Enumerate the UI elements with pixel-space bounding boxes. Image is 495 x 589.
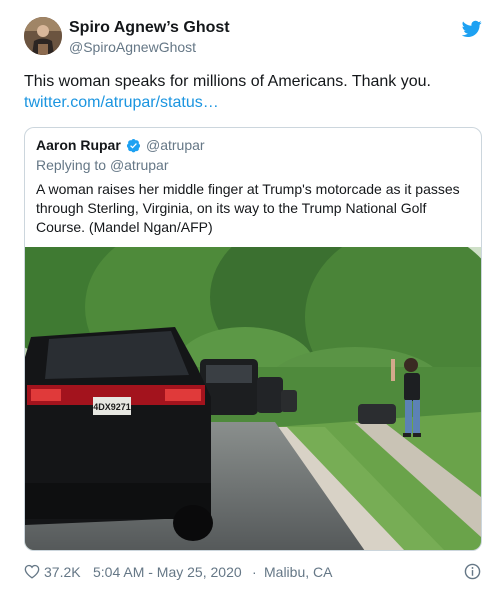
replying-handle[interactable]: @atrupar — [110, 157, 169, 173]
timestamp[interactable]: 5:04 AM - May 25, 2020 — [93, 564, 242, 580]
tweet-photo[interactable]: 4DX9271 — [25, 247, 481, 550]
tweet-footer: 37.2K 5:04 AM - May 25, 2020 · Malibu, C… — [24, 562, 482, 582]
separator: · — [252, 564, 257, 580]
author-display-name[interactable]: Spiro Agnew’s Ghost — [69, 19, 230, 37]
replying-to: Replying to @atrupar — [36, 157, 169, 173]
avatar[interactable] — [24, 17, 62, 55]
tweet-link[interactable]: twitter.com/atrupar/status… — [24, 92, 474, 113]
twitter-bird-icon[interactable] — [461, 20, 482, 38]
tweet-text: This woman speaks for millions of Americ… — [24, 73, 431, 90]
license-plate: 4DX9271 — [93, 402, 131, 412]
location[interactable]: Malibu, CA — [264, 564, 332, 580]
tweet-card: Spiro Agnew’s Ghost @SpiroAgnewGhost Thi… — [0, 0, 495, 589]
quoted-handle[interactable]: @atrupar — [146, 137, 205, 153]
quoted-text: A woman raises her middle finger at Trum… — [36, 181, 460, 235]
info-icon[interactable] — [464, 563, 481, 580]
quoted-tweet[interactable]: Aaron Rupar @atrupar Replying to @atrupa… — [24, 127, 482, 551]
replying-prefix: Replying to — [36, 157, 107, 173]
author-handle[interactable]: @SpiroAgnewGhost — [69, 39, 196, 55]
heart-icon[interactable] — [24, 564, 40, 579]
like-count[interactable]: 37.2K — [44, 564, 81, 580]
tweet-body: This woman speaks for millions of Americ… — [24, 71, 474, 113]
quoted-display-name[interactable]: Aaron Rupar — [36, 137, 121, 153]
verified-badge-icon — [126, 138, 141, 153]
